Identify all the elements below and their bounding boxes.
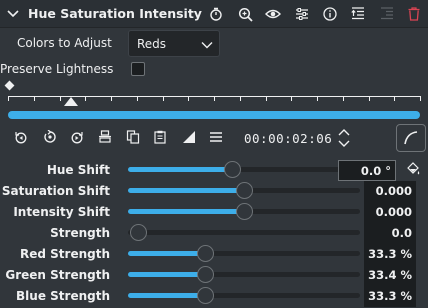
next-keyframe-icon[interactable] [68,128,86,146]
ruler-tick [188,96,190,101]
intensity-shift-slider-fill [128,209,244,214]
saturation-shift-slider-handle[interactable] [236,182,253,199]
colors-to-adjust-value: Reds [137,37,167,51]
menu-icon[interactable] [207,128,225,146]
colors-to-adjust-dropdown[interactable]: Reds [128,30,220,57]
previous-keyframe-icon[interactable] [12,128,30,146]
remove-keyframe-icon[interactable] [379,6,395,22]
ruler-tick [59,96,61,101]
green-strength-slider-handle[interactable] [197,266,215,283]
blue-strength-slider-fill [128,293,206,298]
info-icon[interactable] [322,6,338,22]
align-icon[interactable] [96,128,114,146]
timecode-spinner-icon[interactable] [338,128,350,148]
ruler-tick [317,96,318,101]
keyframe-marker[interactable] [4,80,15,91]
ruler-tick [85,96,87,101]
curve-type-button[interactable] [396,124,426,152]
green-strength-slider-fill [128,272,206,277]
hue-shift-slider-fill [128,167,233,172]
color-picker-icon[interactable] [405,161,421,180]
red-strength-slider-fill [128,251,206,256]
copy-icon[interactable] [124,128,142,146]
saturation-shift-slider[interactable] [128,182,360,199]
sliders-icon[interactable] [294,6,310,22]
blue-strength-slider[interactable] [128,287,360,304]
red-strength-slider[interactable] [128,245,360,262]
hue-shift-slider-handle[interactable] [224,161,242,178]
preserve-lightness-label: Preserve Lightness [0,62,114,76]
ruler-tick [33,96,35,101]
strength-slider[interactable] [128,224,360,241]
timer-icon[interactable] [208,6,224,22]
ruler-tick [291,96,293,101]
hue-shift-slider[interactable] [128,161,360,178]
delete-icon[interactable] [406,6,422,22]
blue-strength-value[interactable]: 33.3 % [364,286,416,307]
ruler-tick [368,96,370,101]
ruler-tick [136,96,138,101]
insert-keyframe-icon[interactable] [350,6,366,22]
chevron-down-icon [201,39,213,49]
chevron-down-icon[interactable] [6,7,20,21]
intensity-shift-slider[interactable] [128,203,360,220]
ruler-tick [342,96,344,101]
red-strength-value[interactable]: 33.3 % [364,244,416,265]
curve-icon [404,131,418,145]
preserve-lightness-checkbox[interactable] [131,62,145,76]
ruler-tick [420,96,421,101]
ruler-tick [8,96,9,101]
eye-icon[interactable] [265,6,281,22]
hue-shift-value[interactable]: 0.0 ° [338,160,396,181]
blue-strength-label: Blue Strength [16,289,110,303]
reset-icon[interactable] [41,128,59,146]
playhead[interactable] [64,97,78,106]
saturation-shift-value[interactable]: 0.000 [364,181,416,202]
paste-icon[interactable] [151,128,169,146]
effect-title: Hue Saturation Intensity [28,6,202,21]
timeline-bar[interactable] [8,111,420,119]
ruler-tick [111,96,112,101]
ruler-tick [394,96,396,101]
ruler-tick [162,96,164,101]
green-strength-slider[interactable] [128,266,360,283]
timecode[interactable]: 00:00:02:06 [244,131,332,146]
strength-label: Strength [50,226,110,240]
green-strength-value[interactable]: 33.4 % [364,265,416,286]
hue-shift-label: Hue Shift [46,163,110,177]
intensity-shift-label: Intensity Shift [13,205,110,219]
ruler-tick [214,96,215,101]
red-strength-slider-handle[interactable] [197,245,215,262]
strength-value[interactable]: 0.0 [364,223,416,244]
blue-strength-slider-handle[interactable] [197,287,215,304]
colors-to-adjust-label: Colors to Adjust [17,36,112,50]
red-strength-label: Red Strength [20,247,110,261]
saturation-shift-slider-fill [128,188,244,193]
ramp-icon[interactable] [180,128,198,146]
intensity-shift-slider-handle[interactable] [236,203,253,220]
ruler-tick [239,96,241,101]
green-strength-label: Green Strength [5,268,110,282]
strength-slider-handle[interactable] [130,224,147,241]
saturation-shift-label: Saturation Shift [1,184,110,198]
zoom-icon[interactable] [237,6,253,22]
intensity-shift-value[interactable]: 0.000 [364,202,416,223]
ruler-tick [265,96,267,101]
